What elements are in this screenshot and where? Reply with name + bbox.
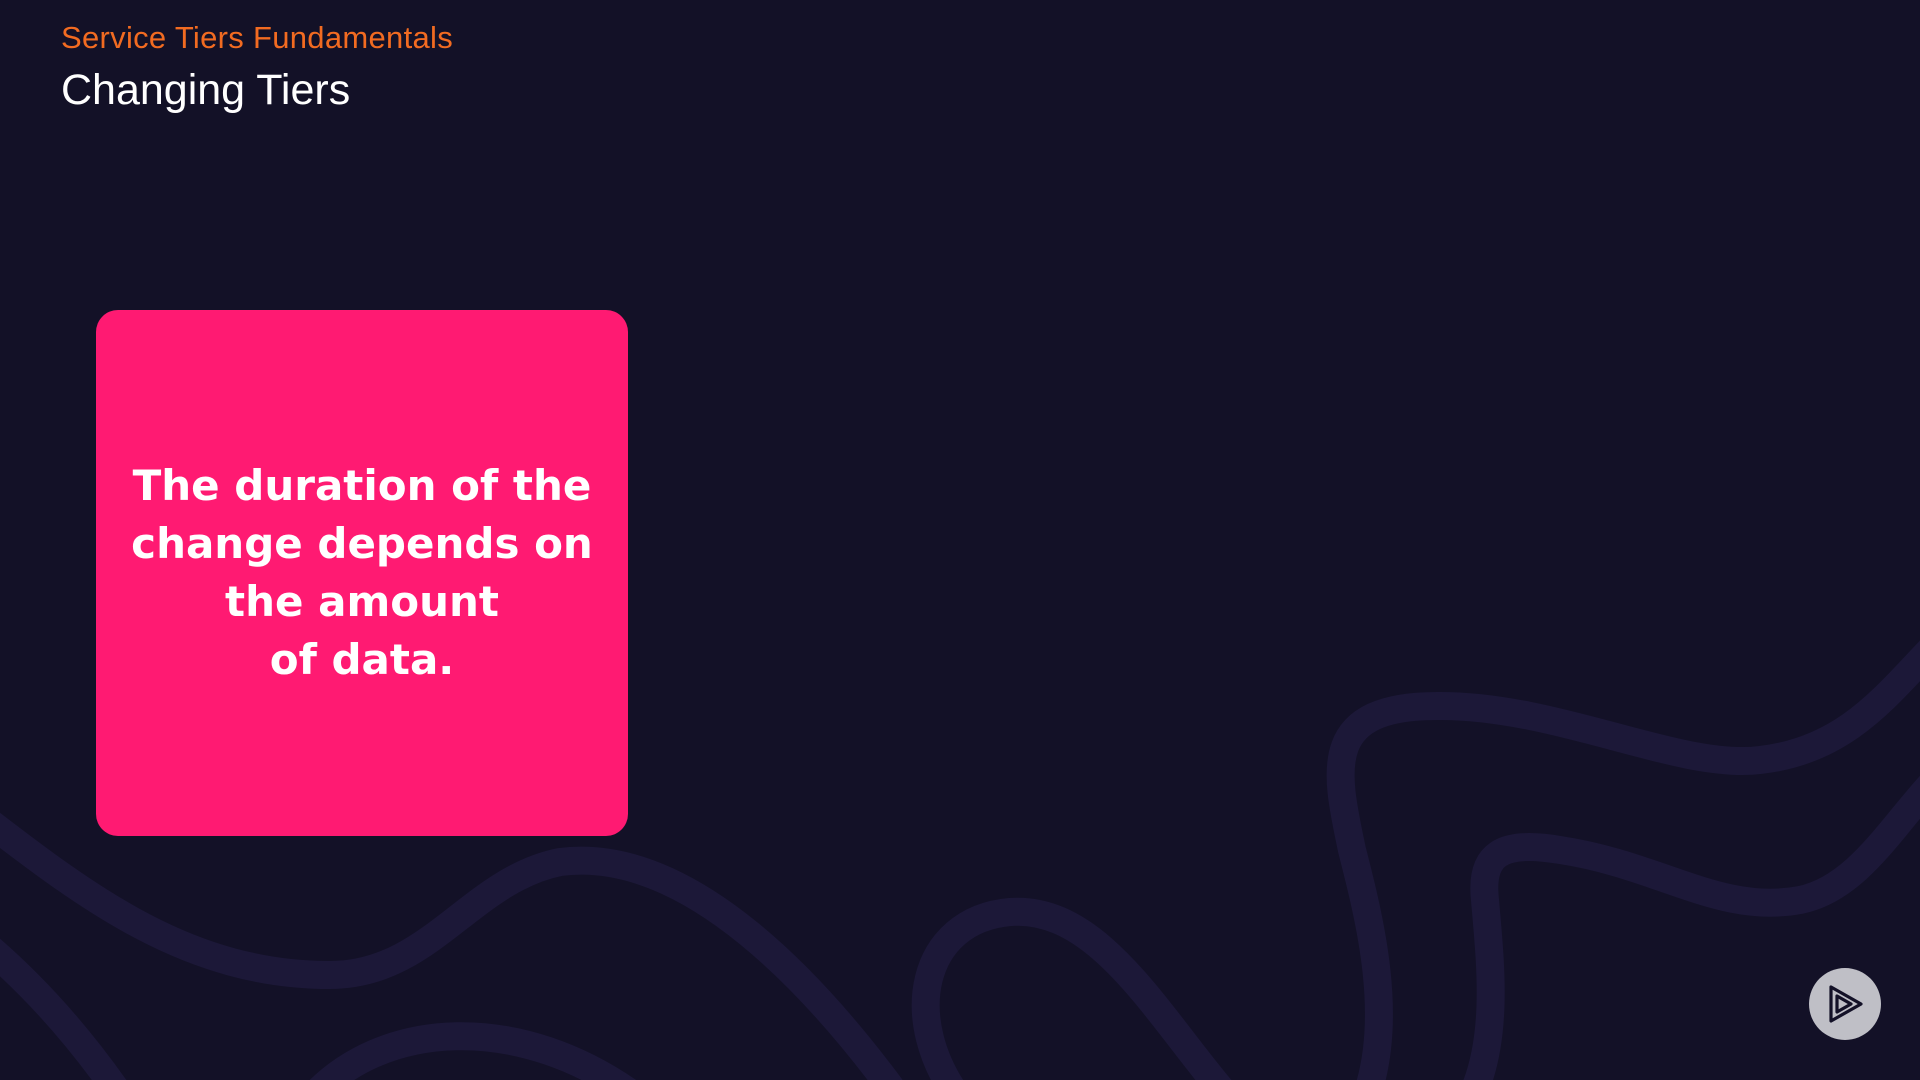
play-triangle-icon	[1829, 985, 1863, 1023]
play-logo-icon[interactable]	[1809, 968, 1881, 1040]
callout-text: The duration of the change depends on th…	[131, 461, 593, 684]
section-title: Service Tiers Fundamentals	[61, 20, 454, 55]
slide: Service Tiers Fundamentals Changing Tier…	[0, 0, 1920, 1080]
page-title: Changing Tiers	[61, 66, 351, 114]
callout-card: The duration of the change depends on th…	[96, 310, 628, 836]
